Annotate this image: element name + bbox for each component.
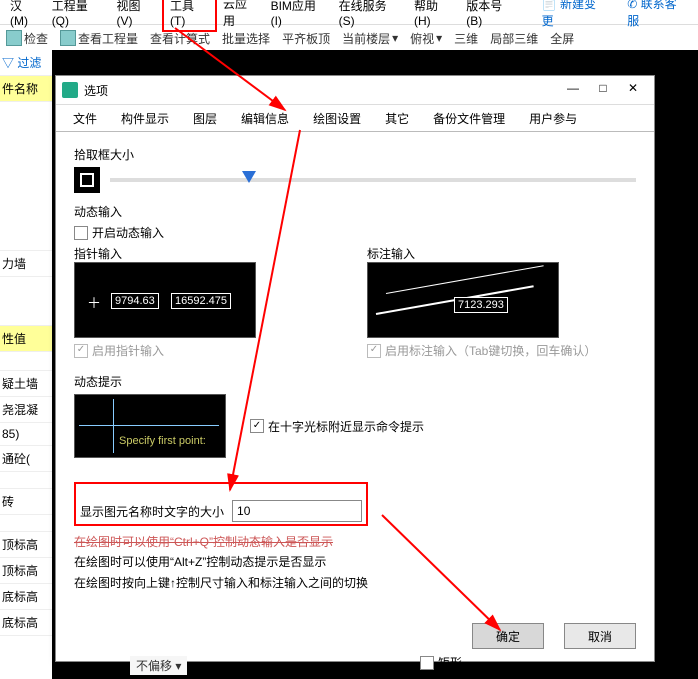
left-panel: ▽ 过滤 件名称 力墙 性值 疑土墙 尧混凝 85) 通砼( 砖 顶标高 顶标高…: [0, 50, 53, 679]
left-row: 底标高: [0, 584, 52, 610]
dialog-title: 选项: [84, 82, 108, 99]
dialog-tabs: 文件 构件显示 图层 编辑信息 绘图设置 其它 备份文件管理 用户参与: [56, 105, 654, 132]
tb-check[interactable]: 检查: [0, 30, 54, 47]
tb-formula[interactable]: 查看计算式: [144, 30, 216, 47]
enable-pointer-check[interactable]: 启用指针输入: [74, 342, 343, 359]
tab-editinfo[interactable]: 编辑信息: [230, 106, 300, 131]
bottom-combo[interactable]: 不偏移 ▾: [130, 656, 187, 675]
menu-item-tools[interactable]: 工具(T): [162, 0, 217, 32]
menu-item[interactable]: BIM应用(I): [265, 0, 333, 30]
left-row: 砖: [0, 489, 52, 515]
checkbox-icon: [420, 656, 434, 670]
right-label[interactable]: 两点: [672, 78, 696, 95]
crosshair-icon: ＋: [87, 293, 101, 313]
bottom-rect-check[interactable]: 矩形: [420, 654, 462, 671]
pickbox-preview: [74, 167, 100, 193]
menu-item[interactable]: 版本号(B): [460, 0, 523, 30]
pointer-input-label: 指针输入: [74, 245, 343, 262]
menu-new-change[interactable]: 📄 新建变更: [536, 0, 614, 31]
pv3-text: Specify first point:: [119, 435, 206, 447]
pv1-num2: 16592.475: [171, 293, 231, 309]
menu-item[interactable]: 工程量(Q): [46, 0, 111, 30]
qty-icon: [60, 30, 76, 46]
menu-item[interactable]: 视图(V): [110, 0, 162, 30]
tab-backup[interactable]: 备份文件管理: [422, 106, 516, 131]
dialog-titlebar: 选项 ― □ ✕: [56, 76, 654, 105]
pv2-num: 7123.293: [454, 297, 508, 313]
tb-batch[interactable]: 批量选择: [216, 30, 276, 47]
cancel-button[interactable]: 取消: [564, 623, 636, 649]
dyninput-label: 动态输入: [74, 203, 636, 220]
tip2: 在绘图时可以使用“Alt+Z”控制动态提示是否显示: [74, 552, 636, 572]
main-menubar: 汉(M) 工程量(Q) 视图(V) 工具(T) 云应用 BIM应用(I) 在线服…: [0, 0, 698, 25]
dim-input-preview: 7123.293: [367, 262, 559, 338]
enable-dyninput-check[interactable]: 开启动态输入: [74, 224, 636, 241]
left-row[interactable]: 性值: [0, 326, 52, 352]
ok-button[interactable]: 确定: [472, 623, 544, 649]
tb-local3d[interactable]: 局部三维: [484, 30, 544, 47]
enable-dim-check[interactable]: 启用标注输入（Tab键切换，回车确认）: [367, 342, 636, 359]
tip3: 在绘图时按向上键↑控制尺寸输入和标注输入之间的切换: [74, 573, 636, 593]
filter-button[interactable]: ▽ 过滤: [0, 50, 52, 76]
left-row: 疑土墙: [0, 371, 52, 397]
checkbox-icon: [250, 419, 264, 433]
dialog-body: 拾取框大小 动态输入 开启动态输入 指针输入 ＋ 9794.63 16592.4…: [56, 132, 654, 622]
checkbox-icon: [74, 344, 88, 358]
checkbox-icon: [367, 344, 381, 358]
dynprompt-preview: Specify first point:: [74, 394, 226, 458]
left-row: 底标高: [0, 610, 52, 636]
menu-item[interactable]: 帮助(H): [408, 0, 460, 30]
left-row[interactable]: 力墙: [0, 251, 52, 277]
menu-item[interactable]: 云应用: [217, 0, 265, 31]
pickbox-slider[interactable]: [110, 178, 636, 182]
tb-3d[interactable]: 三维: [448, 30, 484, 47]
tb-full[interactable]: 全屏: [544, 30, 580, 47]
menu-contact[interactable]: ✆ 联系客服: [621, 0, 694, 31]
cross-prompt-check[interactable]: 在十字光标附近显示命令提示: [250, 418, 424, 435]
pointer-input-preview: ＋ 9794.63 16592.475: [74, 262, 256, 338]
pv1-num1: 9794.63: [111, 293, 159, 309]
tb-qty[interactable]: 查看工程量: [54, 30, 144, 47]
menu-item[interactable]: 在线服务(S): [333, 0, 408, 30]
tb-floor[interactable]: 当前楼层 ▾: [336, 30, 404, 47]
tip-strike: 在绘图时可以使用“Ctrl+Q”控制动态输入是否显示: [74, 532, 636, 552]
left-row: 尧混凝: [0, 397, 52, 423]
dialog-icon: [62, 82, 78, 98]
tab-file[interactable]: 文件: [62, 106, 108, 131]
left-row: 85): [0, 423, 52, 446]
menu-item[interactable]: 汉(M): [4, 0, 46, 30]
fontsize-label: 显示图元名称时文字的大小: [80, 503, 224, 520]
tab-component[interactable]: 构件显示: [110, 106, 180, 131]
dynprompt-label: 动态提示: [74, 373, 636, 390]
tab-drawsettings[interactable]: 绘图设置: [302, 106, 372, 131]
right-label[interactable]: 建斜墙: [660, 128, 696, 145]
tb-topview[interactable]: 俯视 ▾: [404, 30, 448, 47]
tab-user[interactable]: 用户参与: [518, 106, 588, 131]
check-icon: [6, 30, 22, 46]
checkbox-icon: [74, 226, 88, 240]
tab-layer[interactable]: 图层: [182, 106, 228, 131]
left-row: 顶标高: [0, 558, 52, 584]
minimize-button[interactable]: ―: [558, 81, 588, 99]
left-row: 顶标高: [0, 532, 52, 558]
tab-other[interactable]: 其它: [374, 106, 420, 131]
left-row[interactable]: 件名称: [0, 76, 52, 102]
dim-input-label: 标注输入: [367, 245, 636, 262]
left-row: 通砼(: [0, 446, 52, 472]
options-dialog: 选项 ― □ ✕ 文件 构件显示 图层 编辑信息 绘图设置 其它 备份文件管理 …: [55, 75, 655, 662]
tb-aligntop[interactable]: 平齐板顶: [276, 30, 336, 47]
maximize-button[interactable]: □: [588, 81, 618, 99]
slider-thumb[interactable]: [242, 171, 256, 183]
close-button[interactable]: ✕: [618, 81, 648, 99]
fontsize-input[interactable]: [232, 500, 362, 522]
pickbox-label: 拾取框大小: [74, 146, 636, 163]
